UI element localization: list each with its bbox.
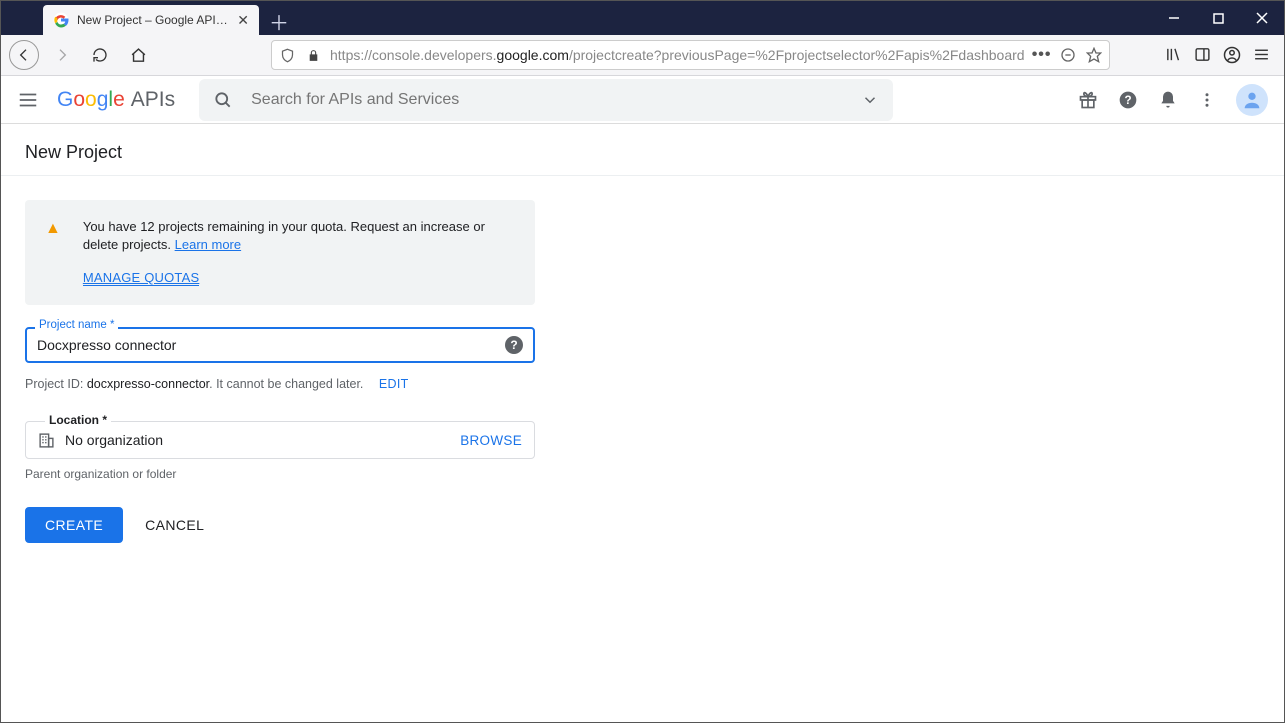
location-label: Location *: [45, 413, 111, 427]
tab-title: New Project – Google API Cons: [77, 13, 229, 27]
google-apis-logo[interactable]: Google APIs: [57, 88, 175, 112]
account-avatar[interactable]: [1236, 84, 1268, 116]
window-minimize-button[interactable]: [1152, 1, 1196, 35]
help-icon[interactable]: ?: [1118, 90, 1138, 110]
url-text: https://console.developers.google.com/pr…: [330, 47, 1025, 63]
browser-right-icons: [1165, 46, 1276, 64]
api-search-bar[interactable]: [199, 79, 893, 121]
svg-text:?: ?: [1124, 94, 1131, 107]
lock-icon: [304, 49, 322, 62]
back-button[interactable]: [9, 40, 39, 70]
organization-icon: [38, 432, 55, 449]
library-icon[interactable]: [1165, 46, 1182, 64]
quota-warning-box: ▲ You have 12 projects remaining in your…: [25, 200, 535, 305]
window-maximize-button[interactable]: [1196, 1, 1240, 35]
shield-icon: [278, 48, 296, 63]
page-content: ▲ You have 12 projects remaining in your…: [1, 176, 1284, 567]
meatballs-icon[interactable]: •••: [1033, 46, 1051, 64]
menu-icon[interactable]: [1253, 46, 1270, 64]
location-field: Location * No organization BROWSE Parent…: [25, 421, 535, 481]
field-help-icon[interactable]: ?: [505, 336, 523, 354]
home-button[interactable]: [123, 40, 153, 70]
window-controls: [1152, 1, 1284, 35]
browser-titlebar: New Project – Google API Cons ✕ ＋: [1, 1, 1284, 35]
learn-more-link[interactable]: Learn more: [175, 237, 241, 252]
forward-button[interactable]: [47, 40, 77, 70]
gift-icon[interactable]: [1078, 90, 1098, 110]
quota-message: You have 12 projects remaining in your q…: [83, 218, 515, 254]
project-name-label: Project name *: [35, 319, 118, 331]
chevron-down-icon[interactable]: [861, 91, 879, 109]
bookmark-star-icon[interactable]: [1085, 47, 1103, 63]
location-hint: Parent organization or folder: [25, 467, 535, 481]
new-tab-button[interactable]: ＋: [265, 7, 293, 35]
address-bar[interactable]: https://console.developers.google.com/pr…: [271, 40, 1110, 70]
reader-icon[interactable]: [1059, 47, 1077, 63]
project-id-edit-link[interactable]: EDIT: [379, 377, 409, 391]
page-title: New Project: [1, 124, 1284, 176]
sidebar-icon[interactable]: [1194, 46, 1211, 64]
tab-favicon: [53, 12, 69, 28]
search-icon: [213, 90, 233, 110]
gapi-header: Google APIs ?: [1, 76, 1284, 124]
nav-menu-button[interactable]: [17, 89, 39, 111]
manage-quotas-link[interactable]: MANAGE QUOTAS: [83, 270, 199, 286]
account-icon[interactable]: [1223, 46, 1241, 64]
form-actions: CREATE CANCEL: [25, 507, 1260, 543]
create-button[interactable]: CREATE: [25, 507, 123, 543]
kebab-icon[interactable]: [1198, 91, 1216, 109]
reload-button[interactable]: [85, 40, 115, 70]
project-name-field: Project name * ?: [25, 327, 535, 363]
apis-label: APIs: [131, 88, 175, 112]
api-search-input[interactable]: [251, 91, 843, 109]
location-value: No organization: [65, 432, 450, 448]
browse-location-button[interactable]: BROWSE: [460, 433, 522, 448]
project-name-input[interactable]: [37, 337, 497, 353]
tab-close-icon[interactable]: ✕: [237, 12, 249, 29]
browser-tab[interactable]: New Project – Google API Cons ✕: [43, 5, 259, 35]
project-id-line: Project ID: docxpresso-connector. It can…: [25, 377, 1260, 391]
cancel-button[interactable]: CANCEL: [145, 517, 204, 533]
warning-icon: ▲: [45, 220, 61, 287]
window-close-button[interactable]: [1240, 1, 1284, 35]
notifications-icon[interactable]: [1158, 90, 1178, 110]
browser-toolbar: https://console.developers.google.com/pr…: [1, 35, 1284, 76]
